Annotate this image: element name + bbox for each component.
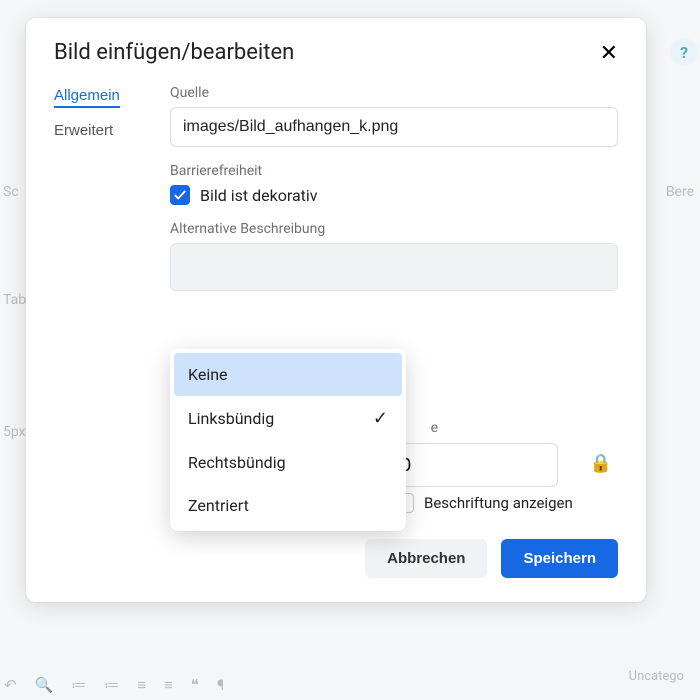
- indent-icon[interactable]: ≡: [164, 676, 173, 694]
- bg-text: Tab: [3, 292, 26, 308]
- a11y-label: Barrierefreiheit: [170, 163, 618, 179]
- decorative-checkbox[interactable]: [170, 185, 190, 205]
- bg-text: Sc: [3, 184, 19, 200]
- cancel-button[interactable]: Abbrechen: [365, 539, 487, 578]
- form-panel: Quelle Barrierefreiheit Bild ist dekorat…: [170, 85, 618, 513]
- modal-tabs: Allgemein Erweitert: [54, 85, 146, 513]
- search-icon[interactable]: 🔍: [35, 676, 54, 694]
- indent-icon[interactable]: ≡: [137, 676, 146, 694]
- tab-general[interactable]: Allgemein: [54, 87, 120, 108]
- source-label: Quelle: [170, 85, 618, 101]
- alt-textarea[interactable]: [170, 243, 618, 291]
- close-button[interactable]: ✕: [600, 42, 618, 64]
- source-input[interactable]: [170, 107, 618, 147]
- bg-text: Bere: [666, 184, 694, 200]
- lock-icon[interactable]: 🔒: [590, 453, 612, 474]
- bg-text: 5px: [3, 424, 26, 440]
- dimension-input[interactable]: [388, 443, 558, 487]
- align-option-label: Linksbündig: [188, 409, 274, 428]
- decorative-label: Bild ist dekorativ: [200, 186, 318, 205]
- align-option-label: Zentriert: [188, 496, 249, 515]
- tab-advanced[interactable]: Erweitert: [54, 122, 146, 139]
- list-icon[interactable]: ≔: [104, 676, 119, 694]
- image-edit-modal: Bild einfügen/bearbeiten ✕ Allgemein Erw…: [26, 18, 646, 602]
- list-icon[interactable]: ≔: [71, 676, 86, 694]
- align-option-none[interactable]: Keine: [174, 353, 402, 396]
- pi-icon[interactable]: ¶: [217, 676, 224, 694]
- show-caption-label: Beschriftung anzeigen: [424, 493, 573, 513]
- align-option-center[interactable]: Zentriert: [174, 484, 402, 527]
- align-option-label: Rechtsbündig: [188, 453, 286, 472]
- help-icon[interactable]: ?: [670, 38, 698, 66]
- editor-toolbar: ↶ 🔍 ≔ ≔ ≡ ≡ ❝ ¶: [4, 676, 696, 694]
- align-dropdown: Keine Linksbündig ✓ Rechtsbündig Zentrie…: [170, 349, 406, 531]
- modal-header: Bild einfügen/bearbeiten ✕: [54, 40, 618, 65]
- modal-title: Bild einfügen/bearbeiten: [54, 40, 294, 65]
- align-option-left[interactable]: Linksbündig ✓: [174, 396, 402, 441]
- dimensions-label-fragment: e: [431, 420, 438, 436]
- alt-label: Alternative Beschreibung: [170, 221, 618, 237]
- undo-icon[interactable]: ↶: [4, 676, 17, 694]
- quote-icon[interactable]: ❝: [191, 676, 199, 694]
- align-option-right[interactable]: Rechtsbündig: [174, 441, 402, 484]
- save-button[interactable]: Speichern: [501, 539, 618, 578]
- modal-footer: Abbrechen Speichern: [54, 539, 618, 578]
- align-option-label: Keine: [188, 365, 228, 384]
- check-icon: ✓: [373, 408, 388, 429]
